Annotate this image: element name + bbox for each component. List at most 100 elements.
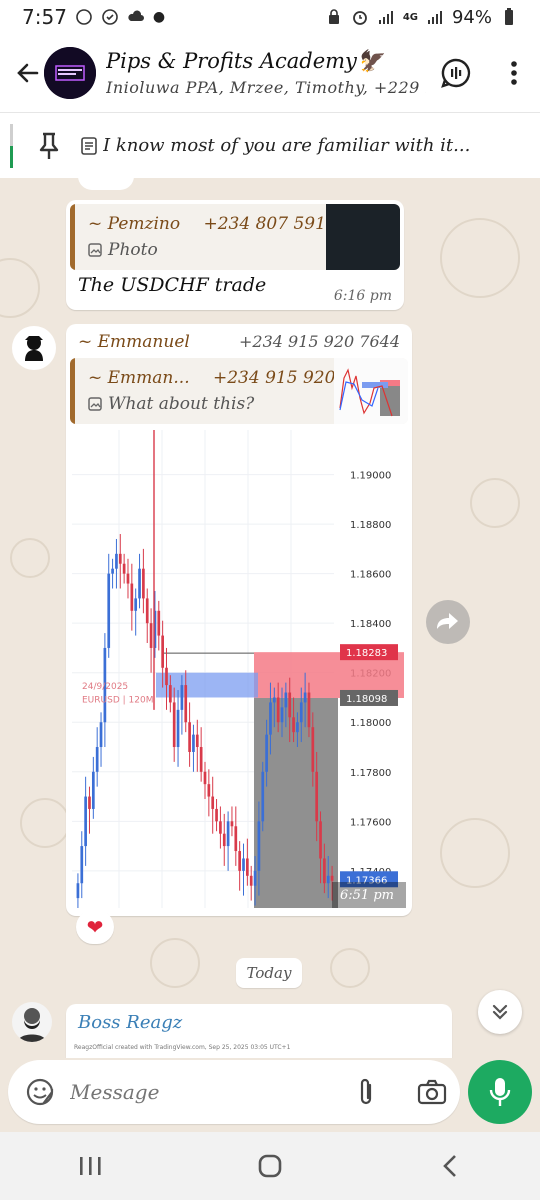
message-text: The USDCHF trade [78, 274, 267, 296]
home-icon [258, 1154, 282, 1178]
sender-name[interactable]: ~ Emmanuel [78, 332, 190, 352]
battery-percent: 94% [451, 6, 492, 28]
candle-body [288, 692, 292, 718]
candle-body [122, 563, 126, 574]
sender-phone: +234 915 920 7644 [239, 332, 400, 351]
candle-body [311, 727, 315, 772]
wallpaper-doodle [470, 478, 520, 528]
paperclip-icon [360, 1078, 372, 1105]
signal2-status-icon [427, 11, 442, 24]
candle-body [257, 821, 261, 871]
candle-body [91, 771, 95, 809]
group-name: Pips & Profits Academy🦅 [106, 49, 384, 73]
chat-header: Pips & Profits Academy🦅 Inioluwa PPA, Mr… [0, 34, 540, 112]
back-nav-button[interactable] [420, 1141, 480, 1191]
mini-chart-thumbnail [339, 368, 400, 417]
y-tick-label: 1.18000 [350, 718, 391, 729]
candle-body [242, 858, 245, 871]
candle-body [199, 747, 203, 772]
candle-body [226, 821, 230, 847]
candle-body [107, 573, 111, 648]
pinned-message-bar[interactable]: I know most of you are familiar with it.… [0, 112, 540, 178]
candle-body [142, 568, 145, 599]
candle-body [192, 734, 195, 752]
message-input[interactable] [70, 1080, 320, 1104]
attach-button[interactable] [344, 1070, 388, 1114]
pin-icon[interactable] [29, 126, 69, 166]
quote-author: ~ Emman... [88, 368, 190, 388]
candle-body [134, 598, 138, 611]
recents-icon [80, 1157, 101, 1175]
y-tick-label: 1.18800 [350, 520, 391, 531]
quoted-message[interactable]: ~ Pemzino +234 807 591 7173 Photo [70, 204, 400, 270]
sender-name[interactable]: Boss Reagz [78, 1012, 182, 1033]
candle-body [296, 722, 299, 733]
wallpaper-doodle [440, 818, 510, 888]
whatsapp-status-icon [76, 9, 92, 25]
candle-body [165, 667, 168, 686]
group-avatar[interactable] [44, 47, 96, 99]
candle-body [111, 568, 114, 574]
quote-type: Photo [108, 240, 158, 260]
system-nav-bar [0, 1132, 540, 1200]
quote-thumbnail [334, 358, 408, 424]
status-time: 7:57 [22, 5, 67, 29]
voice-chat-button[interactable] [434, 51, 478, 95]
heart-icon: ❤ [86, 915, 104, 939]
candle-body [261, 771, 265, 822]
candle-body [188, 722, 191, 752]
candle-body [326, 875, 330, 884]
candle-body [272, 697, 276, 703]
candle-body [292, 717, 295, 733]
candle-body [230, 821, 234, 827]
scroll-to-bottom-button[interactable] [478, 990, 522, 1034]
message-bubble[interactable]: ~ Pemzino +234 807 591 7173 Photo The US… [66, 200, 404, 310]
sync-status-icon [102, 9, 118, 25]
candle-body [168, 685, 172, 703]
candle-body [238, 851, 242, 871]
sticker-button[interactable] [16, 1068, 64, 1116]
message-time: 6:51 pm [340, 888, 394, 903]
pinned-indicator [10, 123, 13, 168]
reaction-heart-button[interactable]: ❤ [76, 910, 114, 944]
status-bar: 7:57 ● 4G 94% [0, 0, 540, 34]
camera-icon [417, 1079, 447, 1105]
chat-area[interactable]: ❤ ~ Pemzino +234 807 591 7173 Photo The … [0, 178, 540, 1058]
chart-image[interactable]: 1.190001.188001.186001.184001.182001.180… [72, 430, 406, 908]
sender-avatar[interactable] [12, 1002, 52, 1042]
wallpaper-doodle [330, 948, 370, 988]
quote-text: What about this? [108, 394, 255, 414]
candle-body [246, 858, 249, 876]
message-bubble[interactable]: Boss Reagz ReagzOfficial created with Tr… [66, 1004, 452, 1058]
message-time: 6:16 pm [333, 288, 392, 304]
signal-status-icon [378, 11, 393, 24]
candle-body [172, 702, 176, 748]
candle-body [80, 846, 84, 884]
price-label: 1.18283 [346, 648, 387, 659]
candle-body [180, 685, 184, 710]
quoted-message[interactable]: ~ Emman... +234 915 920 7644 What about … [70, 358, 408, 424]
recent-apps-button[interactable] [60, 1141, 120, 1191]
camera-button[interactable] [410, 1070, 454, 1114]
home-button[interactable] [240, 1141, 300, 1191]
candle-body [138, 568, 141, 599]
more-options-button[interactable] [492, 51, 536, 95]
instrument-label: EURUSD | 120M [82, 695, 153, 705]
candle-body [330, 875, 334, 881]
candle-body [319, 821, 322, 859]
sender-avatar[interactable] [12, 326, 56, 370]
bearded-man-avatar-icon [18, 1008, 46, 1042]
wallpaper-doodle [10, 538, 50, 578]
candle-body [149, 623, 153, 648]
forward-button[interactable] [426, 600, 470, 644]
quote-author: ~ Pemzino [88, 214, 181, 234]
voice-message-button[interactable] [468, 1060, 532, 1124]
pinned-text: I know most of you are familiar with it.… [103, 135, 471, 156]
date-label: 24/9/2025 [82, 682, 128, 692]
candle-body [203, 771, 207, 785]
candle-body [76, 883, 80, 899]
group-logo-icon [44, 47, 96, 99]
message-bubble-chart[interactable]: ~ Emmanuel +234 915 920 7644 ~ Emman... … [66, 324, 412, 916]
group-info[interactable]: Pips & Profits Academy🦅 Inioluwa PPA, Mr… [106, 49, 426, 97]
reaction-badge[interactable]: ❤ [78, 178, 134, 190]
